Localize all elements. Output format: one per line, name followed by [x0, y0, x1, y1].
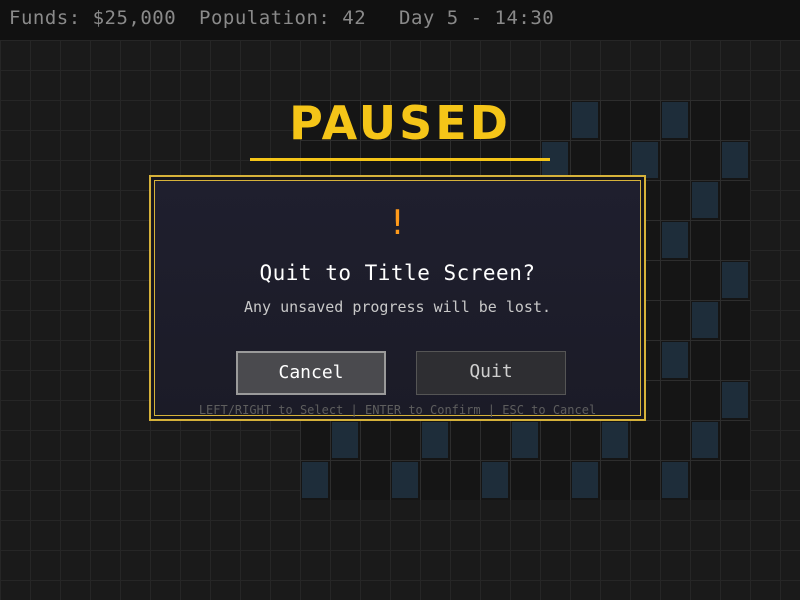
building-tile [692, 182, 718, 218]
building-tile [572, 462, 598, 498]
controls-hint: LEFT/RIGHT to Select | ENTER to Confirm … [198, 403, 597, 417]
warning-icon: ! [390, 203, 405, 243]
building-tile [512, 422, 538, 458]
quit-button[interactable]: Quit [416, 351, 566, 395]
building-tile [422, 422, 448, 458]
building-tile [662, 222, 688, 258]
building-tile [692, 302, 718, 338]
dialog-message: Any unsaved progress will be lost. [243, 298, 552, 316]
quit-confirm-dialog: ! Quit to Title Screen? Any unsaved prog… [149, 175, 646, 421]
building-tile [302, 462, 328, 498]
building-tile [602, 422, 628, 458]
building-tile [482, 462, 508, 498]
building-tile [692, 422, 718, 458]
building-tile [662, 342, 688, 378]
cancel-button[interactable]: Cancel [236, 351, 386, 395]
building-tile [662, 462, 688, 498]
title-divider [250, 158, 550, 161]
population-readout: Population: 42 [199, 7, 367, 29]
dialog-title: Quit to Title Screen? [259, 261, 536, 285]
hud-bar: Funds: $25,000 Population: 42 Day 5 - 14… [0, 0, 800, 40]
building-tile [392, 462, 418, 498]
dialog-panel: ! Quit to Title Screen? Any unsaved prog… [154, 180, 641, 417]
building-tile [722, 262, 748, 298]
paused-title: PAUSED [289, 96, 511, 150]
funds-readout: Funds: $25,000 [9, 7, 177, 29]
game-clock: Day 5 - 14:30 [399, 7, 555, 29]
building-tile [332, 422, 358, 458]
building-tile [722, 382, 748, 418]
